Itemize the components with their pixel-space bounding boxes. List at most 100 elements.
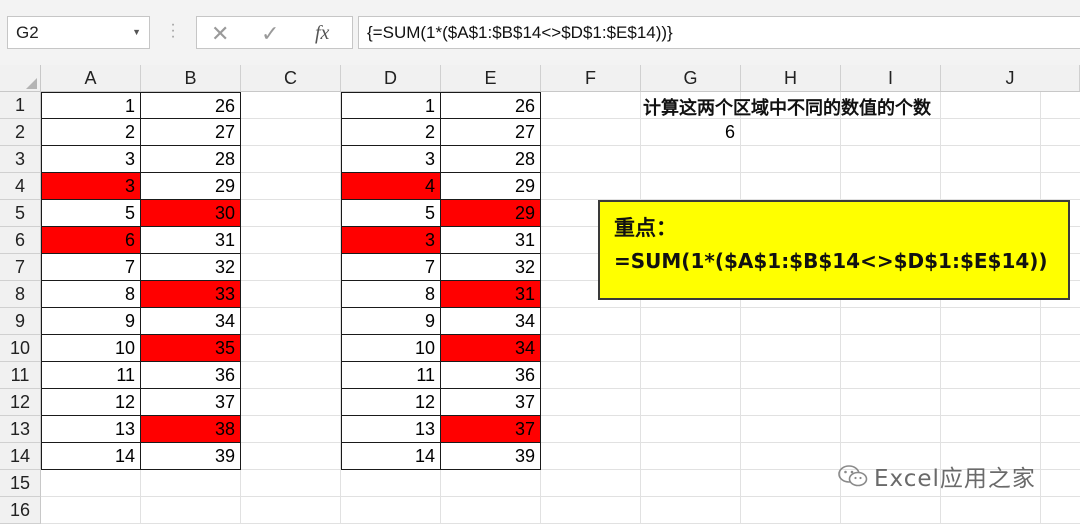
row-header-8[interactable]: 8 xyxy=(0,281,41,308)
range2-cell[interactable]: 3 xyxy=(341,146,441,173)
column-header-b[interactable]: B xyxy=(141,65,241,91)
range2-cell[interactable]: 37 xyxy=(441,416,541,443)
select-all-button[interactable] xyxy=(0,65,41,92)
range1-cell[interactable]: 1 xyxy=(41,92,141,119)
range1-cell[interactable]: 30 xyxy=(141,200,241,227)
range2-cell[interactable]: 9 xyxy=(341,308,441,335)
row-header-5[interactable]: 5 xyxy=(0,200,41,227)
range2-cell[interactable]: 36 xyxy=(441,362,541,389)
row-header-3[interactable]: 3 xyxy=(0,146,41,173)
row-header-4[interactable]: 4 xyxy=(0,173,41,200)
chevron-down-icon[interactable]: ▼ xyxy=(132,17,141,48)
range1-cell[interactable]: 37 xyxy=(141,389,241,416)
range2-cell[interactable]: 5 xyxy=(341,200,441,227)
gridline xyxy=(1040,92,1041,524)
range1-cell[interactable]: 13 xyxy=(41,416,141,443)
range2-cell[interactable]: 3 xyxy=(341,227,441,254)
description-text: 计算这两个区域中不同的数值的个数 xyxy=(643,98,931,119)
range2-cell[interactable]: 10 xyxy=(341,335,441,362)
range1-cell[interactable]: 31 xyxy=(141,227,241,254)
row-header-12[interactable]: 12 xyxy=(0,389,41,416)
range1-cell[interactable]: 35 xyxy=(141,335,241,362)
range1-cell[interactable]: 9 xyxy=(41,308,141,335)
column-header-f[interactable]: F xyxy=(541,65,641,91)
formula-bar: G2 ▼ · · · ✕ ✓ fx {=SUM(1*($A$1:$B$14<>$D$… xyxy=(0,0,1080,65)
range1-cell[interactable]: 33 xyxy=(141,281,241,308)
column-header-a[interactable]: A xyxy=(41,65,141,91)
range1-cell[interactable]: 5 xyxy=(41,200,141,227)
column-header-h[interactable]: H xyxy=(741,65,841,91)
name-box[interactable]: G2 ▼ xyxy=(7,16,150,49)
range2-cell[interactable]: 14 xyxy=(341,443,441,470)
range1-cell[interactable]: 10 xyxy=(41,335,141,362)
column-header-d[interactable]: D xyxy=(341,65,441,91)
row-header-6[interactable]: 6 xyxy=(0,227,41,254)
result-cell[interactable]: 6 xyxy=(640,119,739,146)
column-header-g[interactable]: G xyxy=(641,65,741,91)
range2-cell[interactable]: 29 xyxy=(441,173,541,200)
range1-cell[interactable]: 26 xyxy=(141,92,241,119)
column-header-i[interactable]: I xyxy=(841,65,941,91)
range1-cell[interactable]: 38 xyxy=(141,416,241,443)
row-header-15[interactable]: 15 xyxy=(0,470,41,497)
column-header-row: ABCDEFGHIJ xyxy=(0,65,1080,92)
range1-cell[interactable]: 34 xyxy=(141,308,241,335)
row-header-1[interactable]: 1 xyxy=(0,92,41,119)
range2-cell[interactable]: 12 xyxy=(341,389,441,416)
range1-cell[interactable]: 39 xyxy=(141,443,241,470)
range2-cell[interactable]: 2 xyxy=(341,119,441,146)
drag-handle-icon[interactable]: · · · xyxy=(170,17,176,45)
worksheet-grid[interactable]: ABCDEFGHIJ 1 2 3 4 5 6 7 8 9 10 11 12 13 14 15 16 1 26 2 27… xyxy=(0,65,1080,524)
range1-cell[interactable]: 29 xyxy=(141,173,241,200)
range2-cell[interactable]: 39 xyxy=(441,443,541,470)
range2-cell[interactable]: 11 xyxy=(341,362,441,389)
callout-title: 重点： xyxy=(614,216,677,240)
row-header-7[interactable]: 7 xyxy=(0,254,41,281)
range2-cell[interactable]: 27 xyxy=(441,119,541,146)
row-header-13[interactable]: 13 xyxy=(0,416,41,443)
enter-icon[interactable]: ✓ xyxy=(261,21,279,47)
row-header-9[interactable]: 9 xyxy=(0,308,41,335)
range2-cell[interactable]: 13 xyxy=(341,416,441,443)
insert-function-icon[interactable]: fx xyxy=(315,22,329,45)
range2-cell[interactable]: 29 xyxy=(441,200,541,227)
cancel-icon[interactable]: ✕ xyxy=(211,21,229,47)
name-box-value: G2 xyxy=(16,23,39,42)
row-header-16[interactable]: 16 xyxy=(0,497,41,524)
range1-cell[interactable]: 6 xyxy=(41,227,141,254)
range1-cell[interactable]: 3 xyxy=(41,173,141,200)
range2-cell[interactable]: 34 xyxy=(441,308,541,335)
range1-cell[interactable]: 27 xyxy=(141,119,241,146)
row-header-2[interactable]: 2 xyxy=(0,119,41,146)
column-header-j[interactable]: J xyxy=(941,65,1080,91)
range2-cell[interactable]: 34 xyxy=(441,335,541,362)
range1-cell[interactable]: 3 xyxy=(41,146,141,173)
range2-cell[interactable]: 32 xyxy=(441,254,541,281)
range2-cell[interactable]: 31 xyxy=(441,281,541,308)
range2-cell[interactable]: 26 xyxy=(441,92,541,119)
range2-cell[interactable]: 1 xyxy=(341,92,441,119)
range2-cell[interactable]: 31 xyxy=(441,227,541,254)
column-header-c[interactable]: C xyxy=(241,65,341,91)
range1-cell[interactable]: 8 xyxy=(41,281,141,308)
range1-cell[interactable]: 7 xyxy=(41,254,141,281)
row-header-11[interactable]: 11 xyxy=(0,362,41,389)
range1-cell[interactable]: 32 xyxy=(141,254,241,281)
range1-cell[interactable]: 11 xyxy=(41,362,141,389)
range1-cell[interactable]: 14 xyxy=(41,443,141,470)
range1-cell[interactable]: 12 xyxy=(41,389,141,416)
range2-cell[interactable]: 4 xyxy=(341,173,441,200)
range1-cell[interactable]: 2 xyxy=(41,119,141,146)
range1-cell[interactable]: 36 xyxy=(141,362,241,389)
range2-cell[interactable]: 37 xyxy=(441,389,541,416)
range2-cell[interactable]: 7 xyxy=(341,254,441,281)
row-header-10[interactable]: 10 xyxy=(0,335,41,362)
column-header-e[interactable]: E xyxy=(441,65,541,91)
range1-cell[interactable]: 28 xyxy=(141,146,241,173)
formula-input[interactable]: {=SUM(1*($A$1:$B$14<>$D$1:$E$14))} xyxy=(358,16,1080,49)
watermark-text: Excel应用之家 xyxy=(874,466,1036,492)
row-header-14[interactable]: 14 xyxy=(0,443,41,470)
range2-cell[interactable]: 8 xyxy=(341,281,441,308)
range2-cell[interactable]: 28 xyxy=(441,146,541,173)
callout-formula: =SUM(1*($A$1:$B$14<>$D$1:$E$14)) xyxy=(614,249,1048,273)
